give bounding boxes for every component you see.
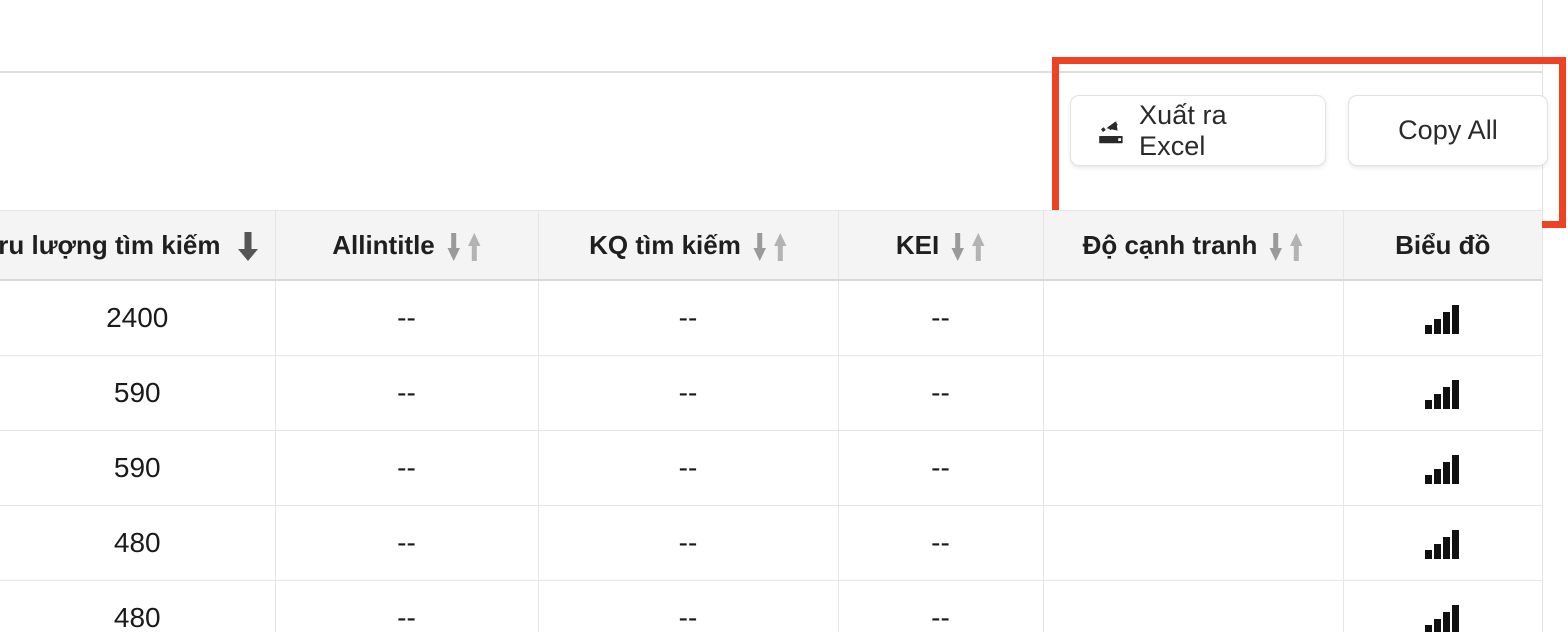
copy-all-button[interactable]: Copy All (1348, 95, 1548, 166)
cell-kei: -- (838, 280, 1044, 356)
column-header-competition-label: Độ cạnh tranh (1082, 229, 1258, 260)
export-to-excel-icon (1097, 118, 1125, 146)
bar-chart-icon[interactable] (1424, 529, 1462, 560)
cell-chart (1343, 280, 1542, 356)
cell-kei: -- (838, 430, 1044, 506)
sort-updown-icon[interactable] (1269, 230, 1303, 264)
column-header-search-results-label: KQ tìm kiếm (589, 229, 741, 260)
cell-competition (1043, 580, 1344, 632)
column-header-traffic-label: ru lượng tìm kiếm (0, 229, 221, 260)
sort-updown-icon[interactable] (447, 230, 481, 264)
arrow-down-icon[interactable] (235, 230, 261, 264)
cell-search-results: -- (538, 355, 839, 431)
table-row[interactable]: 480 -- -- -- (0, 580, 1542, 632)
keyword-table: ru lượng tìm kiếm Allintitle KQ tìm kiếm… (0, 210, 1542, 632)
cell-kei: -- (838, 505, 1044, 581)
cell-kei: -- (838, 580, 1044, 632)
column-header-kei-label: KEI (895, 229, 940, 260)
cell-allintitle: -- (275, 580, 539, 632)
column-header-search-results[interactable]: KQ tìm kiếm (538, 210, 839, 281)
column-header-traffic[interactable]: ru lượng tìm kiếm (0, 210, 276, 281)
cell-competition (1043, 280, 1344, 356)
export-to-excel-label: Xuất ra Excel (1139, 99, 1227, 161)
table-body: 2400 -- -- -- 590 -- -- -- 590 -- -- -- … (0, 280, 1542, 632)
bar-chart-icon[interactable] (1424, 379, 1462, 410)
cell-traffic: 480 (0, 505, 276, 581)
cell-chart (1343, 355, 1542, 431)
column-header-competition[interactable]: Độ cạnh tranh (1043, 210, 1344, 281)
table-toolbar: Xuất ra Excel Copy All (1062, 95, 1548, 171)
cell-search-results: -- (538, 505, 839, 581)
bar-chart-icon[interactable] (1424, 454, 1462, 485)
sort-updown-icon[interactable] (753, 230, 787, 264)
column-header-chart-label: Biểu đồ (1395, 229, 1491, 260)
cell-chart (1343, 430, 1542, 506)
table-header: ru lượng tìm kiếm Allintitle KQ tìm kiếm… (0, 210, 1542, 281)
table-row[interactable]: 480 -- -- -- (0, 505, 1542, 581)
table-row[interactable]: 590 -- -- -- (0, 355, 1542, 431)
cell-allintitle: -- (275, 430, 539, 506)
cell-traffic: 590 (0, 430, 276, 506)
cell-allintitle: -- (275, 355, 539, 431)
cell-competition (1043, 355, 1344, 431)
cell-search-results: -- (538, 280, 839, 356)
cell-allintitle: -- (275, 280, 539, 356)
table-row[interactable]: 2400 -- -- -- (0, 280, 1542, 356)
cell-allintitle: -- (275, 505, 539, 581)
keyword-table-container: ru lượng tìm kiếm Allintitle KQ tìm kiếm… (0, 210, 1542, 632)
section-divider (0, 71, 1542, 73)
cell-traffic: 590 (0, 355, 276, 431)
copy-all-label: Copy All (1398, 115, 1498, 145)
cell-search-results: -- (538, 580, 839, 632)
bar-chart-icon[interactable] (1424, 604, 1462, 632)
bar-chart-icon[interactable] (1424, 304, 1462, 335)
column-header-chart[interactable]: Biểu đồ (1343, 210, 1542, 281)
table-header-row: ru lượng tìm kiếm Allintitle KQ tìm kiếm… (0, 210, 1542, 281)
column-header-kei[interactable]: KEI (838, 210, 1044, 281)
export-to-excel-button[interactable]: Xuất ra Excel (1070, 95, 1326, 166)
table-row[interactable]: 590 -- -- -- (0, 430, 1542, 506)
cell-traffic: 2400 (0, 280, 276, 356)
cell-chart (1343, 505, 1542, 581)
screen: Xuất ra Excel Copy All ru lượng tìm kiếm… (0, 0, 1568, 632)
cell-search-results: -- (538, 430, 839, 506)
cell-competition (1043, 430, 1344, 506)
cell-competition (1043, 505, 1344, 581)
cell-chart (1343, 580, 1542, 632)
column-header-allintitle-label: Allintitle (332, 229, 435, 260)
sort-updown-icon[interactable] (951, 230, 985, 264)
cell-kei: -- (838, 355, 1044, 431)
column-header-allintitle[interactable]: Allintitle (275, 210, 539, 281)
cell-traffic: 480 (0, 580, 276, 632)
